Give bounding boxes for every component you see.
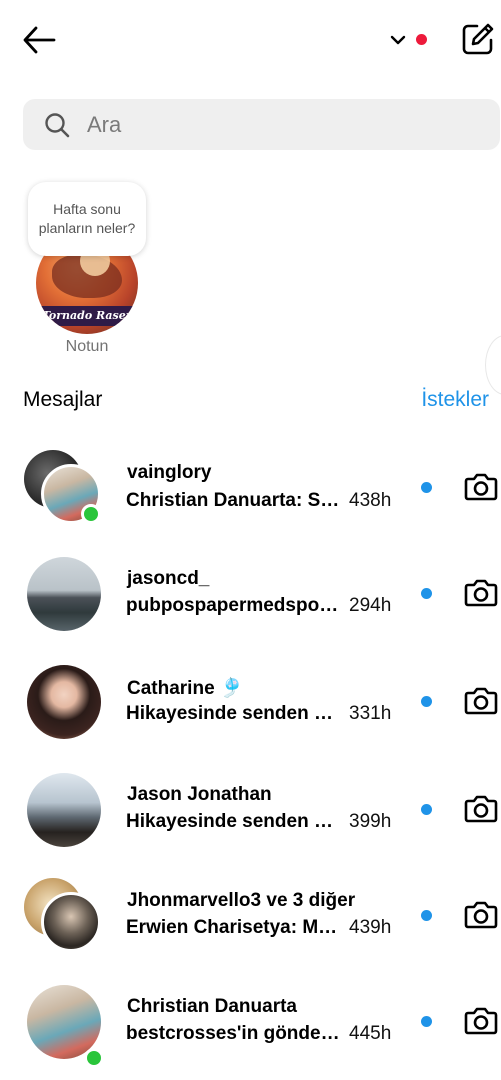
- camera-icon: [464, 795, 498, 823]
- conversation-preview: bestcrosses'in gönderisi: [126, 1023, 342, 1044]
- camera-icon: [464, 1007, 498, 1035]
- unread-dot: [421, 696, 432, 707]
- note-label: Notun: [65, 338, 109, 355]
- conversation-preview: pubpospapermedspoke sent: [126, 595, 342, 616]
- conversation-time: 399h: [349, 811, 392, 832]
- conversation-row[interactable]: Catharine 🎐 Hikayesinde senden bahsetti …: [0, 662, 501, 762]
- conversation-name: Christian Danuarta: [127, 996, 297, 1017]
- arrow-left-icon: [23, 26, 56, 54]
- side-edge-circle: [485, 335, 501, 395]
- camera-icon: [464, 473, 498, 501]
- note-avatar-caption: Tornado Rasengan: [36, 306, 138, 326]
- conversation-name: Jhonmarvello3 ve 3 diğer: [127, 890, 356, 911]
- chevron-down-icon: [390, 35, 406, 45]
- conversation-row[interactable]: Christian Danuarta bestcrosses'in gönder…: [0, 982, 501, 1080]
- avatar: [41, 892, 101, 952]
- conversation-row[interactable]: Jason Jonathan Hikayesinde senden bahset…: [0, 770, 501, 870]
- camera-button[interactable]: [462, 1004, 500, 1038]
- conversation-row[interactable]: vainglory Christian Danuarta: Sticker te…: [0, 446, 501, 546]
- conversation-preview: Hikayesinde senden bahsetti: [126, 703, 342, 724]
- conversation-name: Catharine 🎐: [127, 678, 244, 699]
- conversation-name: vainglory: [127, 462, 212, 483]
- online-indicator: [84, 1048, 104, 1068]
- search-input[interactable]: [87, 111, 467, 138]
- conversation-time: 439h: [349, 917, 392, 938]
- conversation-row[interactable]: Jhonmarvello3 ve 3 diğer Erwien Chariset…: [0, 874, 501, 974]
- conversation-time: 294h: [349, 595, 392, 616]
- account-switcher[interactable]: [386, 26, 410, 54]
- camera-button[interactable]: [462, 792, 500, 826]
- online-indicator: [81, 504, 101, 524]
- camera-icon: [464, 901, 498, 929]
- back-button[interactable]: [20, 22, 58, 58]
- unread-dot: [421, 588, 432, 599]
- conversation-name: jasoncd_: [127, 568, 210, 589]
- camera-button[interactable]: [462, 576, 500, 610]
- conversation-time: 445h: [349, 1023, 392, 1044]
- notification-dot: [416, 34, 427, 45]
- unread-dot: [421, 1016, 432, 1027]
- conversation-time: 438h: [349, 490, 392, 511]
- unread-dot: [421, 804, 432, 815]
- avatar: [27, 557, 101, 631]
- conversation-row[interactable]: jasoncd_ pubpospapermedspoke sent 294h: [0, 554, 501, 654]
- camera-icon: [464, 687, 498, 715]
- avatar: [27, 773, 101, 847]
- search-bar[interactable]: [23, 99, 500, 150]
- camera-icon: [464, 579, 498, 607]
- messages-title: Mesajlar: [23, 388, 103, 411]
- conversation-preview: Erwien Charisetya: Mengirim: [126, 917, 342, 938]
- camera-button[interactable]: [462, 470, 500, 504]
- conversation-preview: Hikayesinde senden bahsetti: [126, 811, 342, 832]
- conversation-preview: Christian Danuarta: Sticker terkirim: [126, 490, 342, 511]
- top-bar: [0, 0, 501, 80]
- requests-link[interactable]: İstekler: [421, 388, 489, 412]
- camera-button[interactable]: [462, 684, 500, 718]
- search-icon: [43, 111, 71, 139]
- camera-button[interactable]: [462, 898, 500, 932]
- unread-dot: [421, 910, 432, 921]
- note-bubble-text: Hafta sonu planların neler?: [38, 201, 136, 236]
- avatar: [27, 665, 101, 739]
- compose-icon: [462, 23, 494, 55]
- conversation-time: 331h: [349, 703, 392, 724]
- compose-button[interactable]: [460, 20, 496, 58]
- conversation-name: Jason Jonathan: [127, 784, 272, 805]
- unread-dot: [421, 482, 432, 493]
- note-bubble[interactable]: Hafta sonu planların neler?: [28, 182, 146, 256]
